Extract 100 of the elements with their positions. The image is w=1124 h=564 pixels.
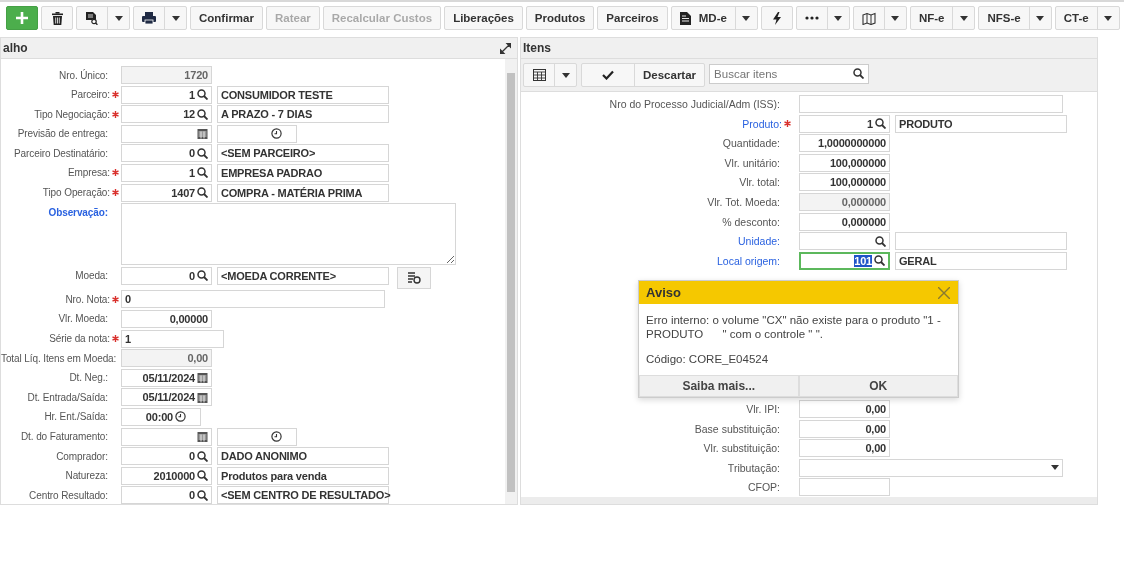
search-icon[interactable] — [853, 68, 865, 79]
field-label: % desconto: — [722, 215, 780, 228]
input-field[interactable]: A PRAZO - 7 DIAS — [217, 105, 389, 124]
time-field[interactable] — [217, 124, 297, 143]
printer-icon — [142, 12, 156, 24]
caret-icon — [742, 15, 751, 21]
input-field[interactable]: 0,00 — [799, 399, 890, 418]
input-field[interactable]: 1407 — [121, 183, 212, 202]
input-field[interactable]: Produtos para venda — [217, 466, 389, 485]
field-label: Previsão de entrega: — [17, 128, 108, 140]
input-field[interactable]: 1720 — [121, 66, 212, 84]
scrollbar[interactable] — [521, 497, 1097, 504]
toolbar-button[interactable]: Produtos — [526, 7, 594, 29]
input-field[interactable]: 1 — [121, 85, 212, 104]
search-icon[interactable] — [875, 235, 886, 247]
calendar-icon[interactable] — [197, 128, 208, 140]
close-icon[interactable] — [938, 286, 950, 299]
calendar-icon[interactable] — [197, 372, 208, 384]
input-field[interactable] — [799, 478, 890, 497]
input-field[interactable]: 0,00 — [121, 349, 212, 368]
input-field[interactable]: PRODUTO — [895, 114, 1067, 133]
field-label: Vlr. Moeda: — [58, 313, 108, 325]
input-field[interactable]: <SEM CENTRO DE RESULTADO> — [217, 486, 389, 504]
time-field[interactable]: 00:00 — [121, 407, 201, 426]
search-icon[interactable] — [197, 470, 208, 482]
clock-icon[interactable] — [271, 431, 282, 442]
caret-icon — [959, 15, 968, 21]
field-label: Dt. Neg.: — [69, 372, 108, 384]
input-field[interactable]: 2010000 — [121, 466, 212, 485]
input-field[interactable]: DADO ANONIMO — [217, 447, 389, 466]
field-label: CFOP: — [747, 481, 780, 494]
field-label: Parceiro: — [70, 89, 110, 101]
map-icon — [861, 11, 876, 25]
grid-icon — [532, 69, 546, 81]
add-icon — [16, 12, 28, 24]
search-icon[interactable] — [875, 118, 886, 130]
input-field[interactable] — [799, 232, 890, 251]
date-field[interactable]: 05/11/2024 — [121, 388, 212, 407]
field-label: Nro do Processo Judicial/Adm (ISS): — [609, 98, 780, 110]
field-label: Quantidade: — [722, 137, 780, 150]
input-field[interactable]: 101 — [799, 251, 890, 270]
input-field[interactable]: 0,000000 — [799, 212, 890, 231]
input-field[interactable]: 100,000000 — [799, 173, 890, 192]
search-icon[interactable] — [197, 450, 208, 462]
input-field[interactable]: COMPRA - MATÉRIA PRIMA — [217, 183, 389, 202]
field-label: Dt. do Faturamento: — [20, 431, 108, 442]
input-field[interactable]: 0 — [121, 486, 212, 504]
field-label: Total Líq. Itens em Moeda: — [1, 352, 117, 364]
caret-icon — [1036, 15, 1045, 21]
toolbar-button[interactable]: Confirmar — [191, 7, 262, 29]
field-label: Moeda: — [75, 270, 108, 282]
search-icon[interactable] — [197, 108, 208, 120]
search-field[interactable]: Buscar itens — [709, 64, 870, 84]
search-icon[interactable] — [874, 255, 885, 267]
clock-icon[interactable] — [175, 411, 186, 423]
date-field[interactable] — [121, 124, 212, 143]
input-field[interactable]: <SEM PARCEIRO> — [217, 144, 389, 163]
dialog-button[interactable]: OK — [798, 375, 958, 397]
expand-icon[interactable] — [500, 42, 511, 54]
field-label: Produto: — [742, 117, 782, 130]
clock-icon[interactable] — [271, 128, 282, 140]
date-field[interactable] — [121, 427, 212, 446]
search-icon[interactable] — [197, 187, 208, 199]
input-field[interactable]: 1 — [121, 163, 212, 182]
search-icon[interactable] — [197, 89, 208, 101]
input-field[interactable]: 1,0000000000 — [799, 134, 890, 153]
input-field[interactable] — [799, 95, 1063, 113]
input-field[interactable]: 0 — [121, 266, 212, 285]
toolbar-button[interactable]: Liberações — [445, 7, 522, 29]
search-icon[interactable] — [197, 489, 208, 501]
input-field[interactable]: GERAL — [895, 251, 1067, 270]
input-field[interactable]: 0 — [121, 447, 212, 466]
input-field[interactable]: CONSUMIDOR TESTE — [217, 85, 389, 104]
input-field[interactable]: 100,000000 — [799, 153, 890, 172]
input-field[interactable]: 1 — [121, 329, 224, 348]
dialog-title: Aviso — [646, 285, 681, 300]
input-field[interactable]: 0 — [121, 290, 385, 309]
input-field[interactable]: 0,00000 — [121, 309, 212, 328]
input-field[interactable]: 0 — [121, 144, 212, 163]
time-field[interactable] — [217, 427, 297, 446]
input-field[interactable]: <MOEDA CORRENTE> — [217, 266, 389, 285]
input-field[interactable]: 0,00 — [799, 439, 890, 458]
search-icon[interactable] — [197, 147, 208, 159]
dropdown-field[interactable] — [799, 458, 1063, 477]
caret-icon — [114, 15, 123, 21]
search-icon[interactable] — [197, 167, 208, 179]
input-field[interactable]: EMPRESA PADRAO — [217, 163, 389, 182]
scrollbar[interactable] — [505, 59, 517, 504]
list-button[interactable] — [397, 266, 431, 289]
input-field[interactable]: 0,000000 — [799, 192, 890, 211]
input-field[interactable]: 1 — [799, 114, 890, 133]
toolbar-button[interactable]: Parceiros — [598, 7, 667, 29]
input-field[interactable]: 0,00 — [799, 419, 890, 438]
input-field[interactable] — [895, 232, 1067, 251]
date-field[interactable]: 05/11/2024 — [121, 368, 212, 387]
search-icon[interactable] — [197, 270, 208, 282]
calendar-icon[interactable] — [197, 391, 208, 403]
input-field[interactable]: 12 — [121, 105, 212, 124]
calendar-icon[interactable] — [197, 431, 208, 442]
dialog-button[interactable]: Saiba mais... — [639, 375, 799, 397]
